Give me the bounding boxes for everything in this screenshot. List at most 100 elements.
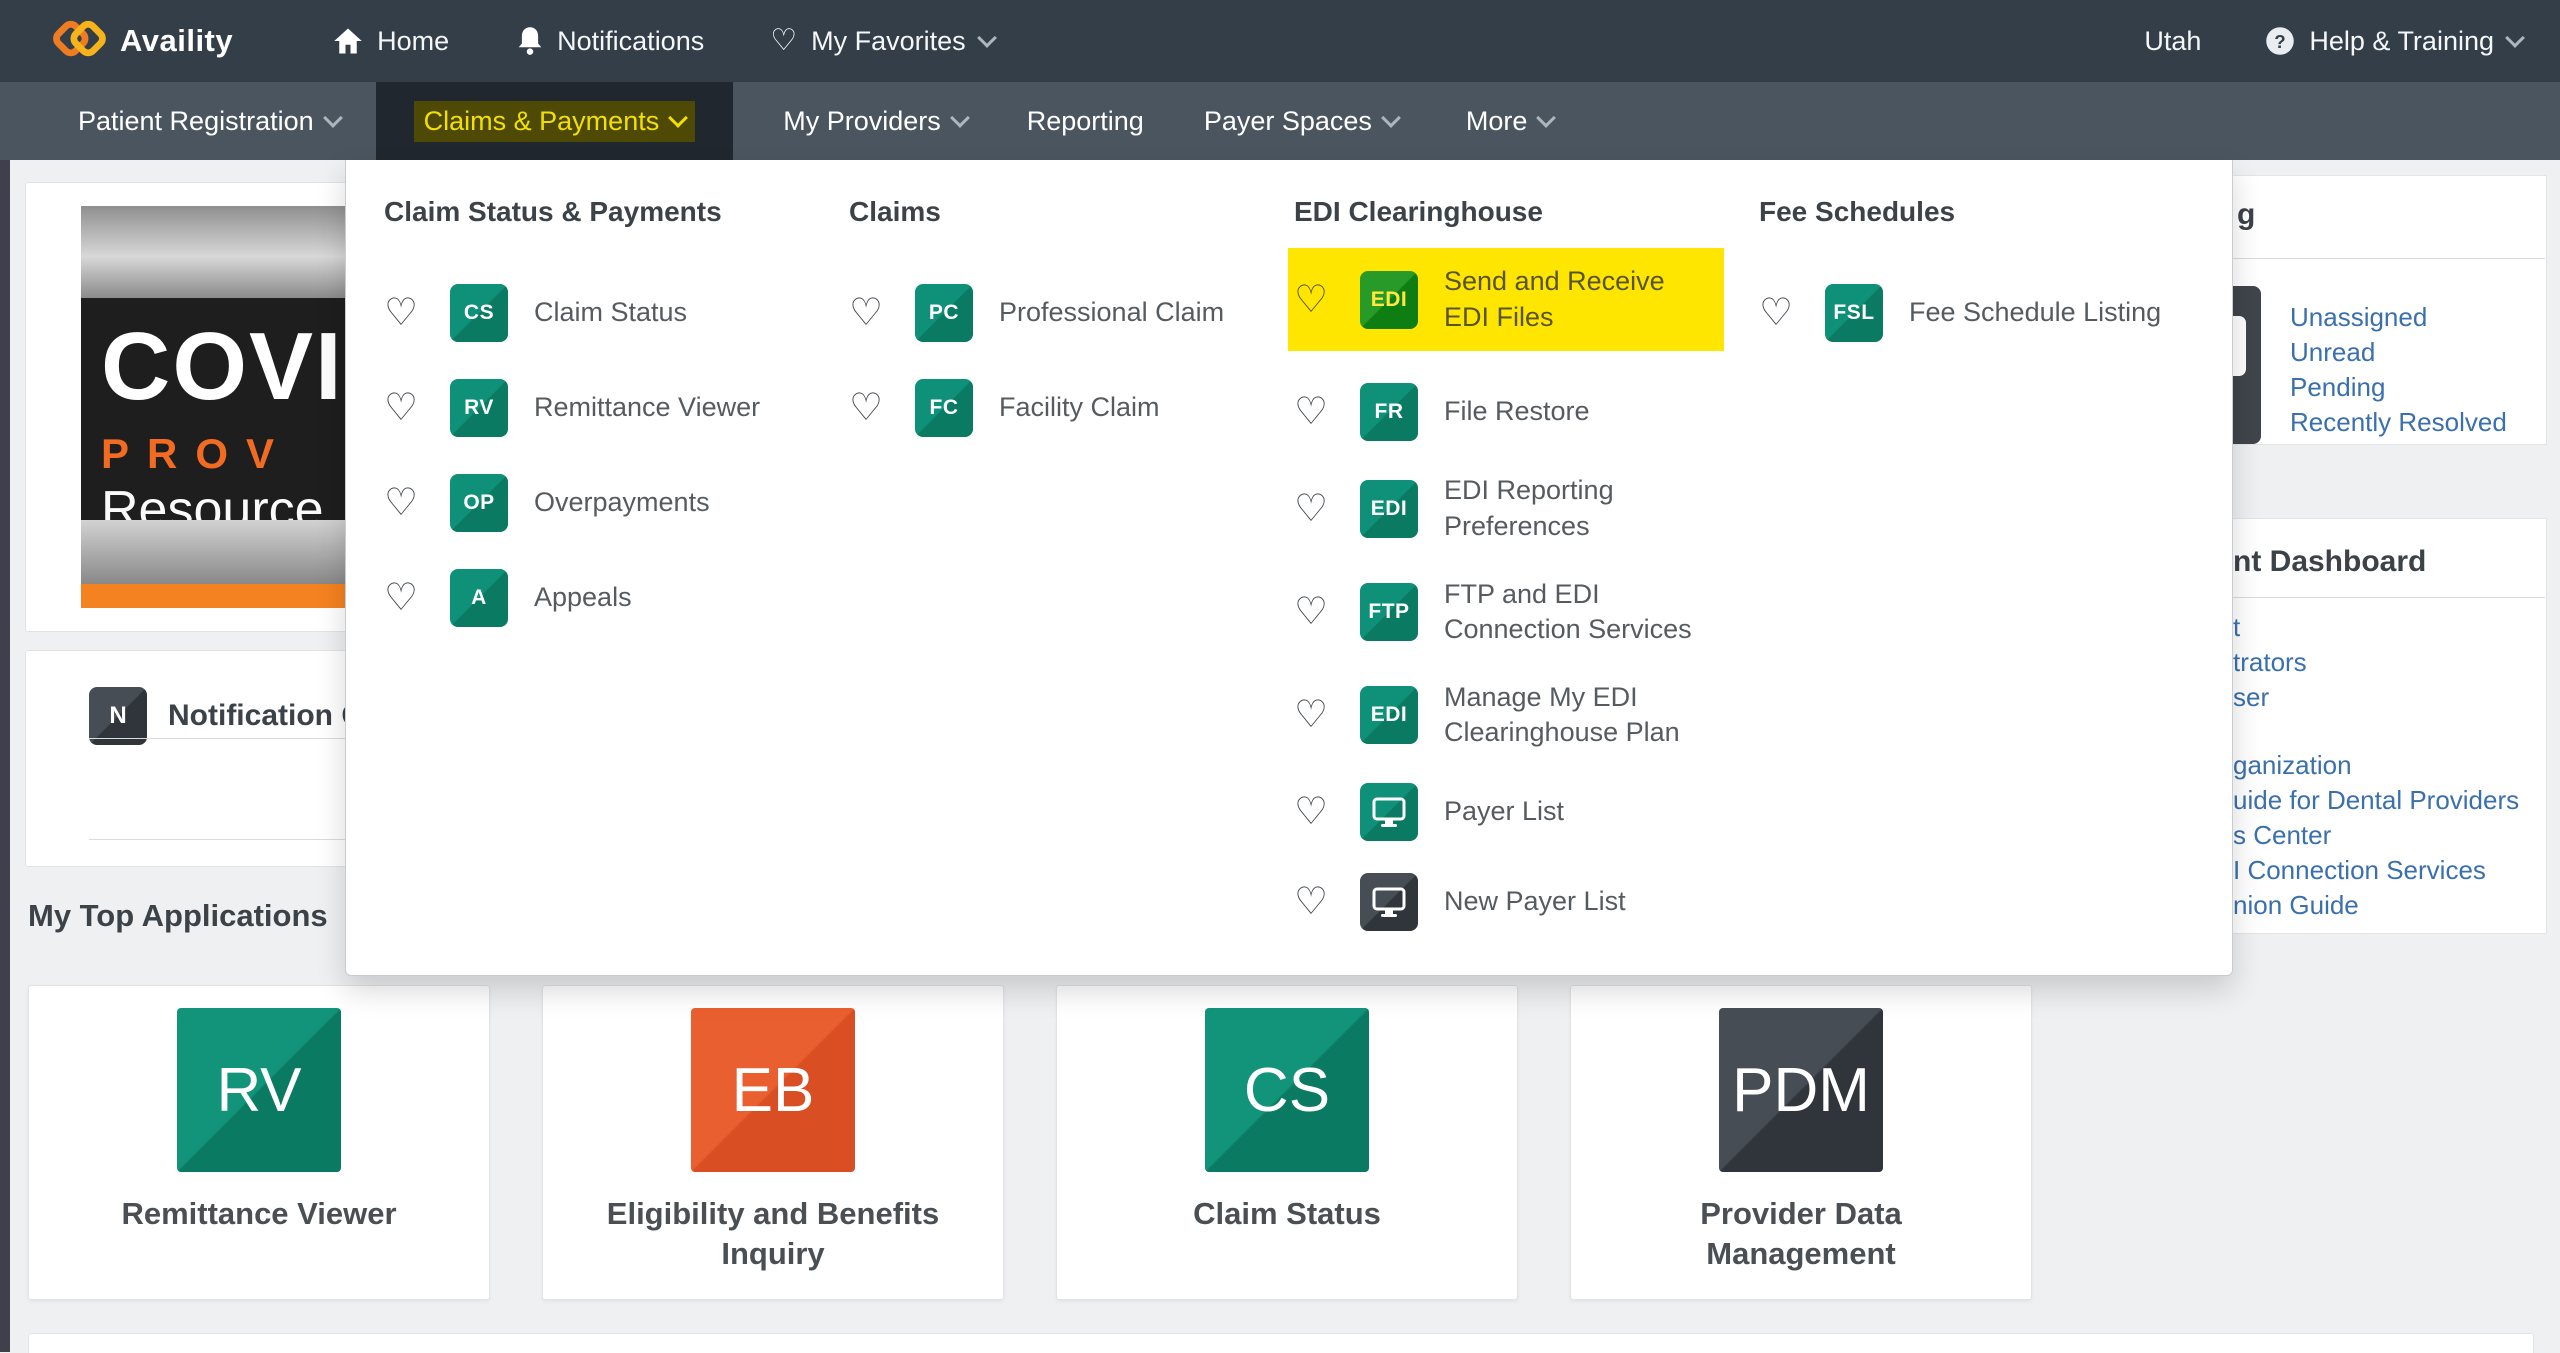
menu-item-label[interactable]: Overpayments [534, 485, 710, 521]
app-tile: FR [1360, 383, 1418, 441]
menu-item-facility-claim[interactable]: ♡ FC Facility Claim [849, 379, 1289, 437]
nav-notifications[interactable]: Notifications [517, 26, 704, 57]
availity-mark-icon [50, 12, 108, 70]
dashboard-link[interactable]: trators [2233, 645, 2519, 680]
tab-reporting[interactable]: Reporting [1027, 106, 1144, 137]
notification-center-tile[interactable]: N [89, 687, 147, 745]
region-label: Utah [2144, 26, 2201, 57]
dashboard-link[interactable]: ganization [2233, 748, 2519, 783]
menu-item-edi-reporting-preferences[interactable]: ♡ EDI EDI Reporting Preferences [1294, 473, 1734, 544]
app-tile: PC [915, 284, 973, 342]
dashboard-link[interactable]: I Connection Services [2233, 853, 2519, 888]
menu-item-new-payer-list[interactable]: ♡ New Payer List [1294, 873, 1734, 931]
menu-item-claim-status[interactable]: ♡ CS Claim Status [384, 284, 824, 342]
menu-item-appeals[interactable]: ♡ A Appeals [384, 569, 824, 627]
nav-home-label: Home [377, 26, 449, 57]
help-circle-icon: ? [2265, 26, 2295, 56]
favorite-heart-icon[interactable]: ♡ [384, 579, 430, 617]
menu-item-label[interactable]: Facility Claim [999, 390, 1160, 426]
menu-item-label[interactable]: FTP and EDI Connection Services [1444, 577, 1706, 648]
app-card-remittance-viewer[interactable]: RV Remittance Viewer [28, 985, 490, 1300]
favorite-heart-icon[interactable]: ♡ [384, 294, 430, 332]
app-tile: CS [450, 284, 508, 342]
menu-column-claims: Claims ♡ PC Professional Claim ♡ FC Faci… [849, 196, 1289, 474]
monitor-icon [1372, 887, 1406, 917]
dashboard-link[interactable]: t [2233, 610, 2519, 645]
favorite-heart-icon[interactable]: ♡ [1759, 294, 1805, 332]
menu-item-professional-claim[interactable]: ♡ PC Professional Claim [849, 284, 1289, 342]
menu-item-label[interactable]: Appeals [534, 580, 632, 616]
tile-letter: EDI [1371, 288, 1408, 312]
home-icon [333, 27, 363, 55]
menu-item-label[interactable]: Manage My EDI Clearinghouse Plan [1444, 680, 1706, 751]
tile-letter: PC [929, 301, 959, 325]
link-pending[interactable]: Pending [2290, 370, 2507, 405]
app-tile: FTP [1360, 583, 1418, 641]
dashboard-link[interactable]: s Center [2233, 818, 2519, 853]
tile-letter: RV [216, 1055, 301, 1126]
tab-my-providers[interactable]: My Providers [783, 106, 967, 137]
app-label[interactable]: Provider Data Management [1571, 1194, 2031, 1275]
dashboard-link[interactable]: nion Guide [2233, 888, 2519, 923]
favorite-heart-icon[interactable]: ♡ [1294, 393, 1340, 431]
app-tile-rv[interactable]: RV [177, 1008, 341, 1172]
menu-item-manage-my-edi-clearinghouse-plan[interactable]: ♡ EDI Manage My EDI Clearinghouse Plan [1294, 680, 1734, 751]
menu-column-edi-clearinghouse: EDI Clearinghouse ♡ EDI Send and Receive… [1294, 196, 1734, 963]
app-tile-pdm[interactable]: PDM [1719, 1008, 1883, 1172]
app-card-claim-status[interactable]: CS Claim Status [1056, 985, 1518, 1300]
menu-item-label[interactable]: EDI Reporting Preferences [1444, 473, 1706, 544]
menu-item-fee-schedule-listing[interactable]: ♡ FSL Fee Schedule Listing [1759, 284, 2199, 342]
menu-item-send-receive-edi-files[interactable]: ♡ EDI Send and Receive EDI Files [1288, 248, 1724, 351]
menu-item-file-restore[interactable]: ♡ FR File Restore [1294, 383, 1734, 441]
favorite-heart-icon[interactable]: ♡ [384, 389, 430, 427]
dashboard-link[interactable]: ser [2233, 680, 2519, 715]
menu-item-label[interactable]: Payer List [1444, 794, 1564, 830]
app-card-provider-data-management[interactable]: PDM Provider Data Management [1570, 985, 2032, 1300]
menu-item-ftp-edi-connection-services[interactable]: ♡ FTP FTP and EDI Connection Services [1294, 577, 1734, 648]
nav-notifications-label: Notifications [557, 26, 704, 57]
nav-help-training[interactable]: ? Help & Training [2265, 26, 2522, 57]
menu-item-overpayments[interactable]: ♡ OP Overpayments [384, 474, 824, 532]
tab-more[interactable]: More [1466, 106, 1554, 137]
app-tile-cs[interactable]: CS [1205, 1008, 1369, 1172]
tab-patient-registration[interactable]: Patient Registration [78, 106, 340, 137]
menu-item-label[interactable]: File Restore [1444, 394, 1590, 430]
link-unread[interactable]: Unread [2290, 335, 2507, 370]
menu-item-label[interactable]: Fee Schedule Listing [1909, 295, 2161, 331]
top-navbar: Availity Home Notifications ♡ My Favorit… [0, 0, 2560, 82]
favorite-heart-icon[interactable]: ♡ [384, 484, 430, 522]
link-recently-resolved[interactable]: Recently Resolved [2290, 405, 2507, 440]
app-tile-eb[interactable]: EB [691, 1008, 855, 1172]
favorite-heart-icon[interactable]: ♡ [1294, 593, 1340, 631]
tile-letter: FTP [1368, 600, 1409, 624]
nav-my-favorites[interactable]: ♡ My Favorites [770, 26, 993, 57]
app-label[interactable]: Claim Status [1057, 1194, 1517, 1234]
favorite-heart-icon[interactable]: ♡ [1294, 490, 1340, 528]
menu-item-label[interactable]: Professional Claim [999, 295, 1224, 331]
favorite-heart-icon[interactable]: ♡ [1294, 696, 1340, 734]
menu-item-label[interactable]: Send and Receive EDI Files [1444, 264, 1706, 335]
favorite-heart-icon[interactable]: ♡ [1294, 793, 1340, 831]
favorite-heart-icon[interactable]: ♡ [849, 294, 895, 332]
app-label[interactable]: Remittance Viewer [29, 1194, 489, 1234]
menu-item-remittance-viewer[interactable]: ♡ RV Remittance Viewer [384, 379, 824, 437]
link-unassigned[interactable]: Unassigned [2290, 300, 2507, 335]
favorite-heart-icon[interactable]: ♡ [1294, 281, 1340, 319]
menu-item-label[interactable]: Claim Status [534, 295, 687, 331]
favorite-heart-icon[interactable]: ♡ [849, 389, 895, 427]
dashboard-link[interactable]: uide for Dental Providers [2233, 783, 2519, 818]
tile-letter: EB [732, 1055, 815, 1126]
tab-payer-spaces[interactable]: Payer Spaces [1204, 106, 1398, 137]
app-label[interactable]: Eligibility and Benefits Inquiry [543, 1194, 1003, 1275]
nav-home[interactable]: Home [333, 26, 449, 57]
app-card-eligibility-benefits[interactable]: EB Eligibility and Benefits Inquiry [542, 985, 1004, 1300]
menu-item-label[interactable]: New Payer List [1444, 884, 1626, 920]
tile-letter: EDI [1371, 703, 1408, 727]
tab-label: Patient Registration [78, 106, 314, 137]
tab-claims-payments[interactable]: Claims & Payments [376, 82, 734, 160]
app-tile [1360, 873, 1418, 931]
menu-item-label[interactable]: Remittance Viewer [534, 390, 760, 426]
menu-item-payer-list[interactable]: ♡ Payer List [1294, 783, 1734, 841]
availity-logo[interactable]: Availity [50, 12, 233, 70]
favorite-heart-icon[interactable]: ♡ [1294, 883, 1340, 921]
